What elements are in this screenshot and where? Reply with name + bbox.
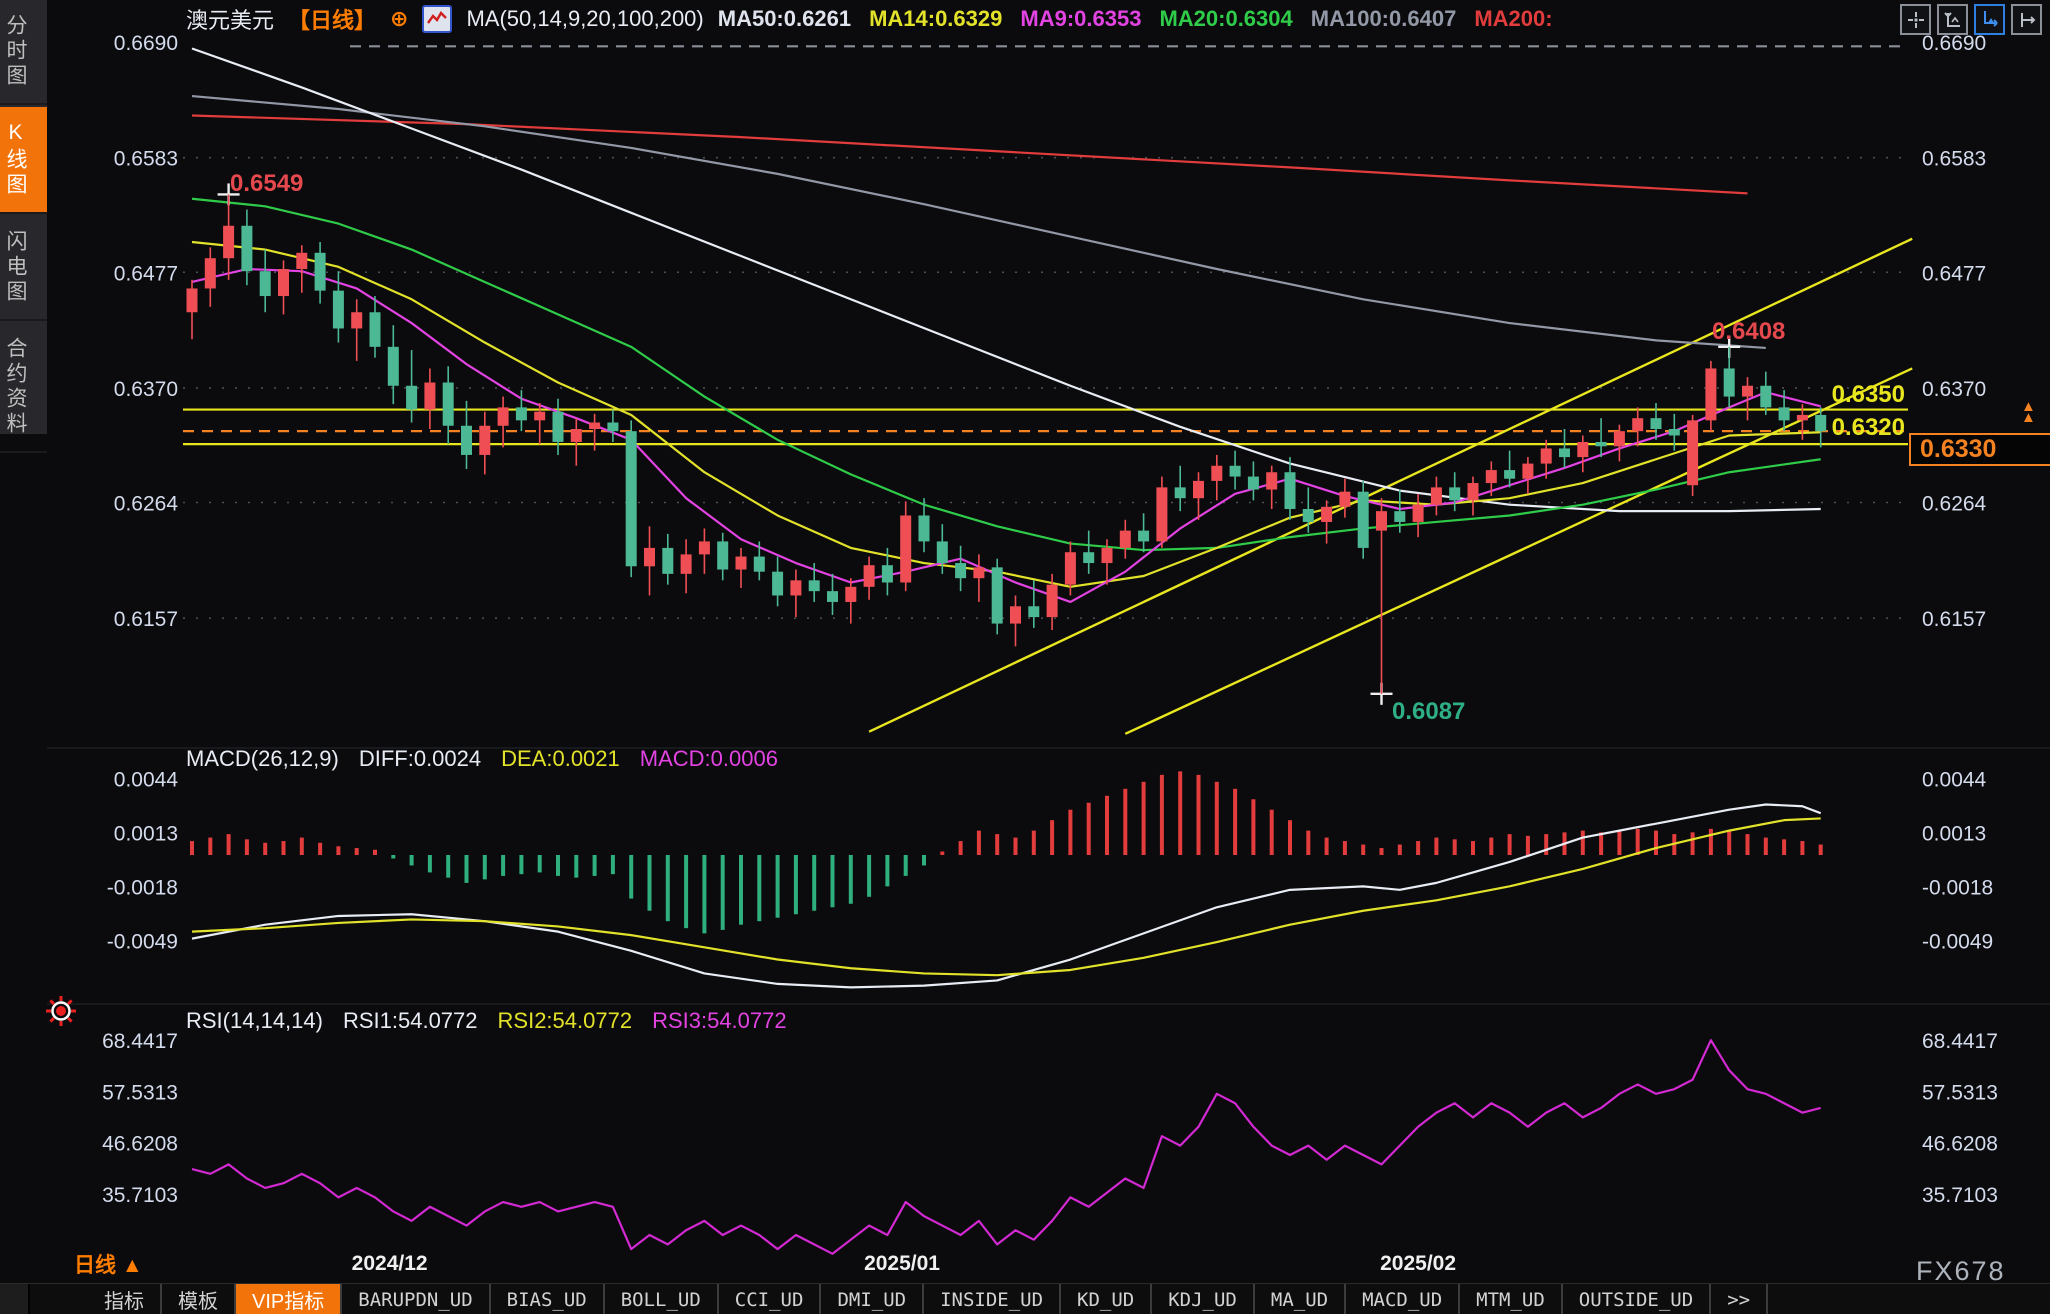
tab-CCI_UD[interactable]: CCI_UD xyxy=(719,1284,822,1314)
tab-BARUPDN_UD[interactable]: BARUPDN_UD xyxy=(342,1284,491,1314)
svg-text:0.0013: 0.0013 xyxy=(1922,822,1986,845)
tab-MA_UD[interactable]: MA_UD xyxy=(1255,1284,1347,1314)
tab-bar-gap xyxy=(30,1284,88,1314)
indicator-tab-bar: 指标 模板 VIP指标 BARUPDN_UD BIAS_UD BOLL_UD CCI_UD D… xyxy=(0,1283,2050,1314)
alert-blinker-icon xyxy=(44,994,78,1033)
svg-text:-0.0049: -0.0049 xyxy=(107,930,178,953)
svg-text:46.6208: 46.6208 xyxy=(102,1133,178,1156)
macd-dea-value: DEA:0.0021 xyxy=(501,746,620,771)
rsi1-value: RSI1:54.0772 xyxy=(342,1008,478,1033)
macd-title: MACD(26,12,9) xyxy=(186,746,339,771)
tab-BOLL_UD[interactable]: BOLL_UD xyxy=(605,1284,719,1314)
chart-header: 澳元美元 【日线】 ⊕ MA(50,14,9,20,100,200) MA50:… xyxy=(186,5,1571,33)
rsi3-value: RSI3:54.0772 xyxy=(652,1008,787,1033)
ma-value: MA100:0.6407 xyxy=(1310,6,1457,31)
tab-list: 指标 模板 VIP指标 BARUPDN_UD BIAS_UD BOLL_UD CCI_UD D… xyxy=(88,1284,1769,1314)
svg-text:0.6264: 0.6264 xyxy=(1922,493,1987,516)
period-arrow-icon: ▲ xyxy=(121,1254,143,1277)
svg-text:57.5313: 57.5313 xyxy=(1922,1081,1998,1104)
tab-INSIDE_UD[interactable]: INSIDE_UD xyxy=(924,1284,1062,1314)
svg-text:0.6477: 0.6477 xyxy=(1922,262,1986,285)
sidebar-item-1[interactable]: K线图 xyxy=(0,107,47,214)
svg-text:35.7103: 35.7103 xyxy=(102,1184,178,1207)
rsi2-value: RSI2:54.0772 xyxy=(497,1008,633,1033)
sidebar-item-0[interactable]: 分时图 xyxy=(0,0,47,105)
tab-OUTSIDE_UD[interactable]: OUTSIDE_UD xyxy=(1563,1284,1712,1314)
tab-指标[interactable]: 指标 xyxy=(88,1284,162,1314)
tab-BIAS_UD[interactable]: BIAS_UD xyxy=(491,1284,605,1314)
macd-diff-value: DIFF:0.0024 xyxy=(358,746,482,771)
svg-text:46.6208: 46.6208 xyxy=(1922,1133,1998,1156)
ma-value: MA20:0.6304 xyxy=(1159,6,1293,31)
tab-MACD_UD[interactable]: MACD_UD xyxy=(1346,1284,1461,1314)
tab-DMI_UD[interactable]: DMI_UD xyxy=(821,1284,925,1314)
ma-value: MA50:0.6261 xyxy=(717,6,852,31)
svg-text:0.6690: 0.6690 xyxy=(1922,32,1986,55)
svg-text:57.5313: 57.5313 xyxy=(102,1081,178,1104)
tab-bar-corner xyxy=(0,1284,30,1314)
svg-text:35.7103: 35.7103 xyxy=(1922,1184,1998,1207)
crosshair-tool-icon[interactable] xyxy=(1900,4,1931,35)
period-selector[interactable]: 日线 ▲ xyxy=(74,1249,143,1279)
svg-text:0.0044: 0.0044 xyxy=(1922,768,1987,791)
rsi-title: RSI(14,14,14) xyxy=(186,1008,323,1033)
rsi-panel: 68.4417 68.4417 57.5313 57.5313 46.6208 46.62… xyxy=(102,1030,1998,1255)
svg-text:68.4417: 68.4417 xyxy=(102,1030,178,1053)
period-badge[interactable]: 【日线】 xyxy=(288,3,376,35)
tab-KD_UD[interactable]: KD_UD xyxy=(1061,1284,1153,1314)
date-label: 2025/02 xyxy=(1380,1252,1456,1275)
svg-text:0.0044: 0.0044 xyxy=(114,768,179,791)
left-sidebar: 分时图 K线图 闪电图 合约资料 xyxy=(0,0,47,453)
circle-plus-icon[interactable]: ⊕ xyxy=(390,6,408,32)
tab-模板[interactable]: 模板 xyxy=(162,1284,236,1314)
tab->>[interactable]: >> xyxy=(1711,1284,1769,1314)
chart-toolbar xyxy=(1900,4,2042,35)
tab-VIP指标[interactable]: VIP指标 xyxy=(236,1284,343,1314)
macd-panel: 0.0044 0.0044 0.0013 0.0013 -0.0018 -0.0018 -0… xyxy=(107,768,1993,989)
sidebar-item-2[interactable]: 闪电图 xyxy=(0,216,47,321)
tab-KDJ_UD[interactable]: KDJ_UD xyxy=(1152,1284,1255,1314)
swing-high-label: 0.6408 xyxy=(1712,318,1786,345)
svg-text:0.6157: 0.6157 xyxy=(114,608,178,631)
svg-text:68.4417: 68.4417 xyxy=(1922,1030,1998,1053)
svg-text:0.6583: 0.6583 xyxy=(1922,148,1986,171)
svg-text:-0.0049: -0.0049 xyxy=(1922,930,1993,953)
resistance-level-label: 0.6350 xyxy=(1831,381,1905,408)
svg-text:-0.0018: -0.0018 xyxy=(107,876,178,899)
svg-text:0.6370: 0.6370 xyxy=(1922,378,1986,401)
tab-MTM_UD[interactable]: MTM_UD xyxy=(1460,1284,1563,1314)
price-up-arrows-icon: ▲ ▲ xyxy=(2021,398,2036,426)
svg-text:0.6264: 0.6264 xyxy=(114,493,179,516)
symbol-title: 澳元美元 xyxy=(186,8,275,33)
svg-text:0.6157: 0.6157 xyxy=(1922,608,1986,631)
chart-canvas[interactable]: 0.6690 0.6690 0.6583 0.6583 0.6477 0.6477 0.63… xyxy=(0,0,2050,1314)
trading-terminal: 0.6690 0.6690 0.6583 0.6583 0.6477 0.6477 0.63… xyxy=(0,0,2050,1314)
svg-text:0.6477: 0.6477 xyxy=(114,262,178,285)
macd-macd-value: MACD:0.0006 xyxy=(639,746,778,771)
svg-text:-0.0018: -0.0018 xyxy=(1922,876,1993,899)
svg-text:0.6583: 0.6583 xyxy=(114,148,178,171)
svg-text:0.0013: 0.0013 xyxy=(114,822,178,845)
current-price-box: 0.6330 xyxy=(1909,433,2050,466)
axis-shift-icon[interactable] xyxy=(2011,4,2042,35)
ma-values-group: MA50:0.6261 MA14:0.6329 MA9:0.6353 MA20:0.6… xyxy=(718,6,1571,32)
indicator-chart-icon[interactable] xyxy=(422,5,453,33)
high-price-label: 0.6549 xyxy=(230,170,304,197)
ma-value: MA9:0.6353 xyxy=(1020,6,1142,31)
ma-value: MA14:0.6329 xyxy=(869,6,1003,31)
date-label: 2025/01 xyxy=(864,1252,940,1275)
ma-value: MA200: xyxy=(1474,6,1553,31)
low-price-label: 0.6087 xyxy=(1392,698,1466,725)
date-label: 2024/12 xyxy=(352,1252,428,1275)
svg-text:0.6370: 0.6370 xyxy=(114,378,178,401)
axis-scale-left-icon[interactable] xyxy=(1937,4,1968,35)
rsi-header: RSI(14,14,14) RSI1:54.0772 RSI2:54.0772 … xyxy=(186,1008,787,1034)
sidebar-item-3[interactable]: 合约资料 xyxy=(0,323,47,453)
svg-text:0.6690: 0.6690 xyxy=(114,32,178,55)
axis-scale-right-icon[interactable] xyxy=(1974,4,2005,35)
support-level-label: 0.6320 xyxy=(1831,414,1905,441)
macd-header: MACD(26,12,9) DIFF:0.0024 DEA:0.0021 MAC… xyxy=(186,746,778,772)
ma-params-label: MA(50,14,9,20,100,200) xyxy=(466,6,704,31)
